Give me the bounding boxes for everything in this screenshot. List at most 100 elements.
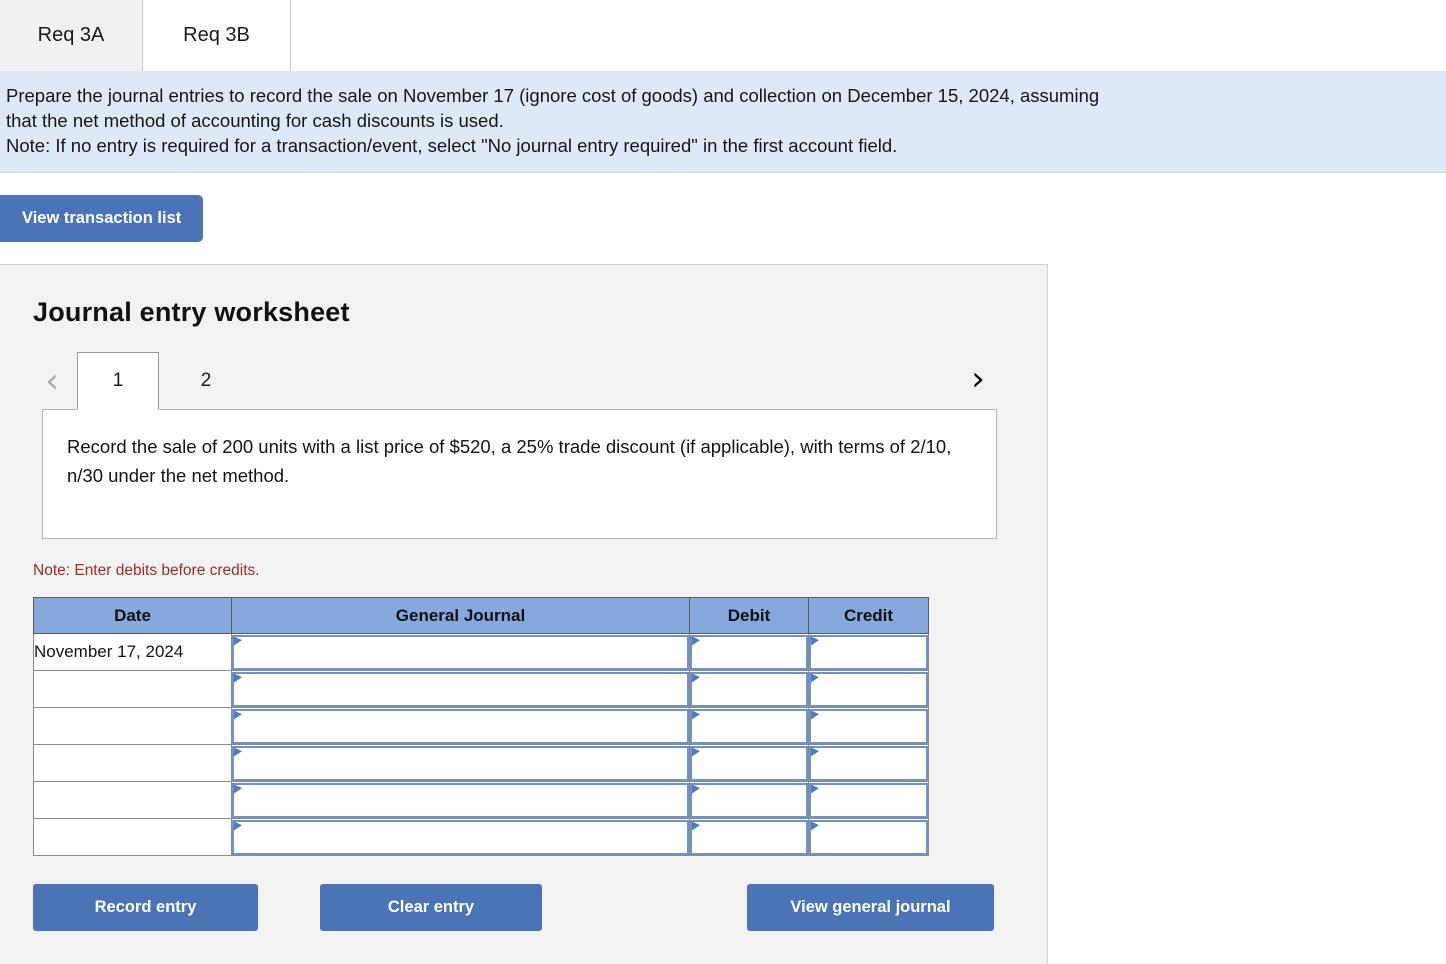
journal-credit-cell [809, 671, 929, 708]
dropdown-triangle-icon [811, 637, 819, 646]
view-transaction-list-button[interactable]: View transaction list [0, 195, 203, 242]
journal-debit-cell [690, 708, 809, 745]
journal-table-container: Date General Journal Debit Credit Novemb… [33, 597, 928, 856]
debit-input[interactable] [690, 635, 808, 670]
journal-general-journal-cell [232, 708, 690, 745]
journal-date-cell[interactable]: November 17, 2024 [34, 634, 232, 671]
journal-general-journal-cell [232, 745, 690, 782]
dropdown-triangle-icon [811, 822, 819, 831]
debit-input[interactable] [690, 672, 808, 707]
general-journal-input[interactable] [232, 672, 689, 707]
dropdown-triangle-icon [692, 822, 700, 831]
general-journal-input[interactable] [232, 783, 689, 818]
journal-debit-cell [690, 671, 809, 708]
worksheet-page-tab-2[interactable]: 2 [165, 352, 247, 410]
worksheet-page-tab-2-label: 2 [201, 370, 212, 392]
transaction-description-text: Record the sale of 200 units with a list… [67, 432, 972, 490]
journal-debit-cell [690, 819, 809, 856]
general-journal-input[interactable] [232, 746, 689, 781]
table-row [34, 671, 929, 708]
dropdown-triangle-icon [692, 674, 700, 683]
journal-credit-cell [809, 745, 929, 782]
dropdown-triangle-icon [692, 748, 700, 757]
table-row [34, 745, 929, 782]
debit-input[interactable] [690, 709, 808, 744]
tab-req-3a[interactable]: Req 3A [0, 0, 143, 71]
journal-general-journal-cell [232, 634, 690, 671]
dropdown-triangle-icon [811, 711, 819, 720]
table-row [34, 819, 929, 856]
pager-next-chevron-icon[interactable]: › [959, 350, 997, 408]
tab-req-3a-label: Req 3A [38, 24, 105, 47]
dropdown-triangle-icon [811, 674, 819, 683]
dropdown-triangle-icon [692, 637, 700, 646]
table-row [34, 708, 929, 745]
general-journal-input[interactable] [232, 709, 689, 744]
journal-date-cell[interactable] [34, 782, 232, 819]
journal-col-credit: Credit [809, 598, 929, 634]
requirement-tabstrip: Req 3A Req 3B [0, 0, 1446, 71]
transaction-list-toolbar: View transaction list [0, 173, 1446, 242]
dropdown-triangle-icon [234, 748, 242, 757]
tab-req-3b[interactable]: Req 3B [143, 0, 291, 71]
instruction-line-2: that the net method of accounting for ca… [6, 108, 1438, 133]
debits-before-credits-note: Note: Enter debits before credits. [33, 562, 1047, 580]
credit-input[interactable] [809, 783, 928, 818]
credit-input[interactable] [809, 746, 928, 781]
journal-debit-cell [690, 745, 809, 782]
credit-input[interactable] [809, 820, 928, 855]
debit-input[interactable] [690, 820, 808, 855]
journal-general-journal-cell [232, 819, 690, 856]
journal-credit-cell [809, 782, 929, 819]
journal-date-cell[interactable] [34, 745, 232, 782]
journal-date-cell[interactable] [34, 708, 232, 745]
clear-entry-button[interactable]: Clear entry [320, 884, 542, 931]
dropdown-triangle-icon [234, 711, 242, 720]
journal-table-header-row: Date General Journal Debit Credit [34, 598, 929, 634]
journal-entry-table: Date General Journal Debit Credit Novemb… [33, 597, 929, 856]
general-journal-input[interactable] [232, 635, 689, 670]
journal-col-date: Date [34, 598, 232, 634]
view-general-journal-button[interactable]: View general journal [747, 884, 994, 931]
dropdown-triangle-icon [234, 674, 242, 683]
journal-date-cell[interactable] [34, 819, 232, 856]
record-entry-button[interactable]: Record entry [33, 884, 258, 931]
general-journal-input[interactable] [232, 820, 689, 855]
dropdown-triangle-icon [811, 785, 819, 794]
table-row [34, 782, 929, 819]
journal-general-journal-cell [232, 671, 690, 708]
journal-debit-cell [690, 782, 809, 819]
transaction-description-box: Record the sale of 200 units with a list… [42, 409, 997, 539]
journal-date-cell[interactable] [34, 671, 232, 708]
credit-input[interactable] [809, 635, 928, 670]
dropdown-triangle-icon [811, 748, 819, 757]
journal-general-journal-cell [232, 782, 690, 819]
journal-col-general-journal: General Journal [232, 598, 690, 634]
instruction-line-1: Prepare the journal entries to record th… [6, 83, 1438, 108]
credit-input[interactable] [809, 672, 928, 707]
journal-credit-cell [809, 708, 929, 745]
instruction-banner: Prepare the journal entries to record th… [0, 71, 1446, 173]
worksheet-action-buttons: Record entry Clear entry View general jo… [0, 884, 1048, 931]
debit-input[interactable] [690, 783, 808, 818]
dropdown-triangle-icon [234, 637, 242, 646]
dropdown-triangle-icon [234, 822, 242, 831]
journal-credit-cell [809, 819, 929, 856]
dropdown-triangle-icon [692, 785, 700, 794]
worksheet-title: Journal entry worksheet [33, 297, 1047, 328]
table-row: November 17, 2024 [34, 634, 929, 671]
journal-entry-worksheet-panel: Journal entry worksheet ‹ 1 2 › Record t… [0, 264, 1048, 964]
debit-input[interactable] [690, 746, 808, 781]
worksheet-pager: ‹ 1 2 › [0, 350, 1047, 410]
instruction-note: Note: If no entry is required for a tran… [6, 133, 1438, 158]
pager-prev-chevron-icon[interactable]: ‹ [33, 352, 71, 410]
journal-credit-cell [809, 634, 929, 671]
tabstrip-filler [291, 0, 1446, 71]
dropdown-triangle-icon [692, 711, 700, 720]
worksheet-page-tab-1[interactable]: 1 [77, 352, 159, 410]
tab-req-3b-label: Req 3B [183, 24, 250, 47]
worksheet-page-tab-1-label: 1 [113, 370, 124, 392]
credit-input[interactable] [809, 709, 928, 744]
journal-col-debit: Debit [690, 598, 809, 634]
dropdown-triangle-icon [234, 785, 242, 794]
